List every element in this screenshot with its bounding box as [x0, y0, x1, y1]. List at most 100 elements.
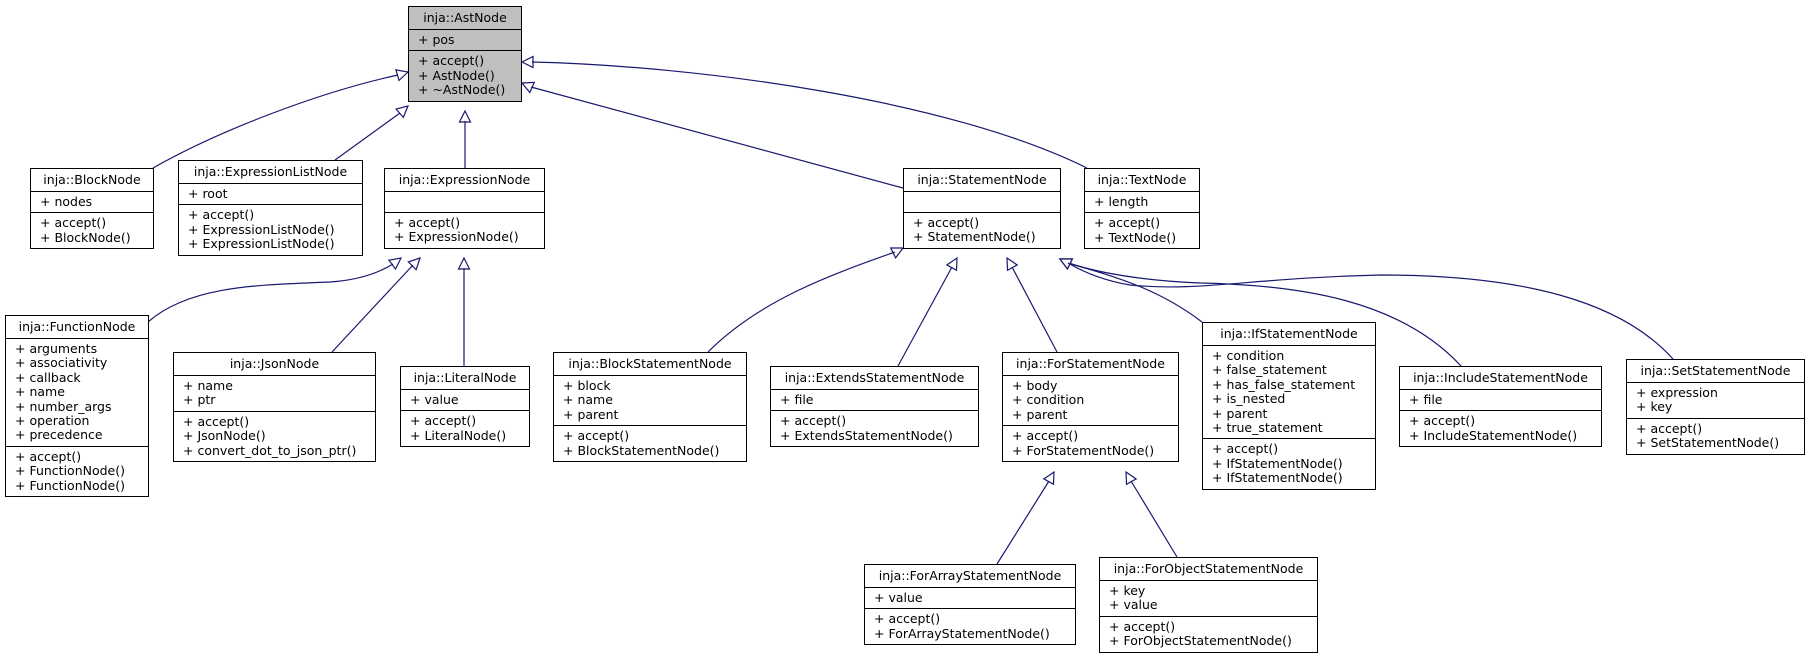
class-name-astnode: inja::AstNode [409, 7, 521, 30]
method-item: + ForObjectStatementNode() [1109, 633, 1292, 649]
class-box-literalnode[interactable]: inja::LiteralNode + value + accept() + Lite… [400, 366, 530, 448]
attributes-section: + length [1085, 192, 1199, 214]
inheritance-edge-ifstatementnode [1067, 262, 1203, 323]
attributes-section: + file [1400, 390, 1601, 412]
class-name-forobjectstatementnode: inja::ForObjectStatementNode [1100, 558, 1317, 581]
inheritance-edge-jsonnode [331, 264, 414, 353]
inheritance-edge-extendsstatementnode [897, 266, 953, 367]
class-name-expressionnode: inja::ExpressionNode [385, 169, 544, 192]
inheritance-arrowhead-icon [1042, 470, 1055, 486]
inheritance-edge-forarraystatementnode [996, 480, 1050, 565]
inheritance-arrowhead-icon [1125, 470, 1138, 486]
method-item: + accept() [913, 215, 980, 230]
method-item: + accept() [1636, 420, 1703, 436]
class-box-forobjectstatementnode[interactable]: inja::ForObjectStatementNode + key + value… [1099, 557, 1318, 653]
inheritance-edge-tail [411, 264, 414, 267]
inheritance-arrowhead-icon [458, 109, 472, 123]
method-item: + accept() [418, 53, 485, 69]
attribute-item: + value [874, 590, 923, 605]
class-name-forstatementnode: inja::ForStatementNode [1003, 353, 1178, 376]
attributes-section: + nodes [31, 192, 153, 214]
inheritance-edge-functionnode [147, 263, 394, 323]
class-box-extendsstatementnode[interactable]: inja::ExtendsStatementNode+ file+ accept… [770, 366, 979, 448]
class-box-astnode[interactable]: inja::AstNode + pos + accept() + AstNode() +… [408, 6, 522, 102]
attribute-item: + body [1012, 378, 1058, 393]
inheritance-arrowhead-icon [889, 247, 905, 259]
inheritance-edge-blocknode [152, 74, 399, 169]
inheritance-edge-tail [892, 251, 896, 254]
attribute-item: + parent [563, 406, 619, 422]
class-box-blockstatementnode[interactable]: inja::BlockStatementNode + block + name + p… [553, 352, 747, 463]
method-item: + ForStatementNode() [1012, 442, 1155, 458]
method-item: + accept() [394, 215, 461, 230]
methods-section: + accept() + ForObjectStatementNode() [1100, 617, 1317, 652]
methods-section: + accept() + ExpressionNode() [385, 213, 544, 248]
methods-section: + accept() + ForArrayStatementNode() [865, 609, 1075, 644]
method-item: + StatementNode() [913, 229, 1036, 245]
class-box-blocknode[interactable]: inja::BlockNode + nodes + accept() + BlockN… [30, 168, 154, 250]
method-item: + ~AstNode() [418, 82, 506, 98]
class-name-expressionlistnode: inja::ExpressionListNode [179, 161, 362, 184]
class-name-jsonnode: inja::JsonNode [174, 353, 375, 376]
method-item: + SetStatementNode() [1636, 435, 1780, 451]
method-item: + FunctionNode() [15, 463, 125, 479]
attribute-item: + condition [1012, 392, 1085, 408]
method-item: + accept() [188, 207, 255, 223]
methods-section: + accept() + IncludeStatementNode() [1400, 411, 1601, 446]
inheritance-edge-tail [1067, 262, 1071, 265]
attribute-item: + key [1636, 399, 1673, 415]
methods-section: + accept() + LiteralNode() [401, 411, 529, 446]
attribute-item: + is_nested [1212, 391, 1286, 407]
class-box-textnode[interactable]: inja::TextNode + length + accept() + TextNo… [1084, 168, 1200, 250]
methods-section: + accept() + FunctionNode() + FunctionNode… [6, 447, 148, 496]
method-item: + accept() [563, 428, 630, 444]
attribute-item: + name [15, 384, 65, 400]
attribute-item: + associativity [15, 355, 108, 371]
method-item: + JsonNode() [183, 428, 266, 444]
attribute-item: + length [1094, 194, 1149, 209]
class-box-ifstatementnode[interactable]: inja::IfStatementNode + condition + false_… [1202, 322, 1376, 490]
method-item: + ExpressionListNode() [188, 221, 335, 237]
inheritance-arrowhead-icon [945, 256, 958, 272]
class-name-statementnode: inja::StatementNode [904, 169, 1060, 192]
class-box-jsonnode[interactable]: inja::JsonNode + name + ptr + accept() + Jso… [173, 352, 376, 463]
method-item: + accept() [40, 215, 107, 231]
methods-section: + accept() + ForStatementNode() [1003, 426, 1178, 461]
inheritance-arrowhead-icon [457, 256, 471, 270]
class-name-extendsstatementnode: inja::ExtendsStatementNode [771, 367, 978, 390]
class-box-expressionlistnode[interactable]: inja::ExpressionListNode + root + accept()… [178, 160, 363, 256]
methods-section: + accept() + AstNode() + ~AstNode() [409, 51, 521, 100]
method-item: + accept() [1409, 413, 1476, 429]
inheritance-edge-tail [391, 263, 394, 266]
class-box-setstatementnode[interactable]: inja::SetStatementNode + expression + key +… [1626, 359, 1805, 455]
method-item: + IfStatementNode() [1212, 455, 1343, 471]
attribute-item: + false_statement [1212, 362, 1327, 378]
inheritance-arrowhead-icon [520, 81, 536, 94]
method-item: + accept() [1094, 215, 1161, 231]
methods-section: + accept() + ExpressionListNode() + Expres… [179, 205, 362, 254]
method-item: + accept() [780, 413, 847, 429]
attribute-item: + operation [15, 413, 90, 429]
attribute-item: + parent [1012, 406, 1068, 422]
attribute-item: + file [780, 392, 814, 407]
class-box-statementnode[interactable]: inja::StatementNode+ accept() + Statement… [903, 168, 1061, 249]
method-item: + accept() [1012, 428, 1079, 444]
inheritance-edge-forstatementnode [1011, 266, 1058, 353]
methods-section: + accept() + BlockStatementNode() [554, 426, 746, 461]
method-item: + BlockNode() [40, 229, 131, 245]
class-box-includestatementnode[interactable]: inja::IncludeStatementNode + file + accept… [1399, 366, 1602, 448]
method-item: + accept() [183, 413, 250, 429]
inheritance-arrowhead-icon [1058, 258, 1074, 270]
method-item: + ExpressionNode() [394, 229, 519, 245]
method-item: + AstNode() [418, 67, 495, 83]
attributes-section: + name + ptr [174, 376, 375, 412]
class-box-forstatementnode[interactable]: inja::ForStatementNode + body + condition +… [1002, 352, 1179, 463]
class-box-expressionnode[interactable]: inja::ExpressionNode+ accept() + Expressi… [384, 168, 545, 249]
class-box-functionnode[interactable]: inja::FunctionNode + arguments + associati… [5, 315, 149, 498]
class-box-forarraystatementnode[interactable]: inja::ForArrayStatementNode + value + acce… [864, 564, 1076, 646]
class-name-includestatementnode: inja::IncludeStatementNode [1400, 367, 1601, 390]
attribute-item: + value [410, 392, 459, 407]
attributes-section: + condition + false_statement + has_false_… [1203, 346, 1375, 440]
inheritance-arrowhead-icon [520, 55, 534, 69]
method-item: + accept() [410, 413, 477, 429]
